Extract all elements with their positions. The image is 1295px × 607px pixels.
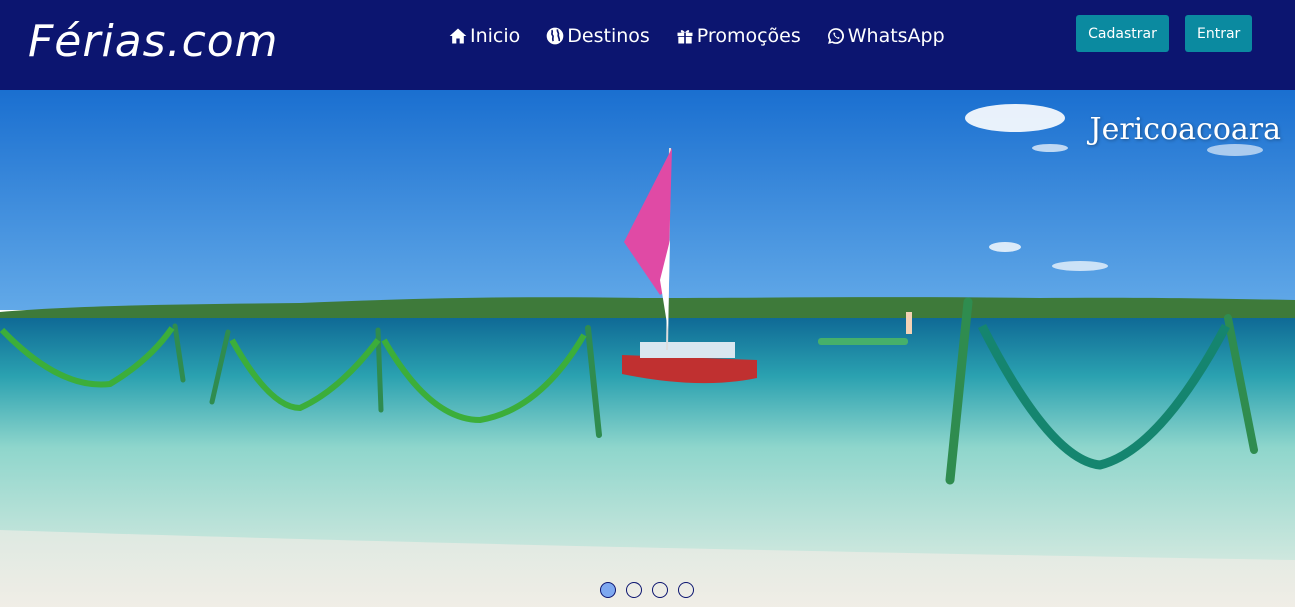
slide-image	[0, 90, 1295, 607]
hero-carousel[interactable]: Jericoacoara	[0, 90, 1295, 607]
nav-item-label: Destinos	[567, 25, 650, 47]
slide-caption: Jericoacoara	[1089, 112, 1281, 147]
brand-logo[interactable]: Férias.com	[28, 14, 279, 70]
nav-item-inicio[interactable]: Inicio	[447, 25, 520, 47]
home-icon	[447, 25, 469, 47]
nav-item-promocoes[interactable]: Promoções	[674, 25, 801, 47]
nav-item-destinos[interactable]: Destinos	[544, 25, 650, 47]
carousel-indicator-3[interactable]	[652, 582, 668, 598]
globe-icon	[544, 25, 566, 47]
carousel-indicator-4[interactable]	[678, 582, 694, 598]
login-button[interactable]: Entrar	[1185, 15, 1252, 52]
whatsapp-icon	[825, 25, 847, 47]
carousel-indicator-1[interactable]	[600, 582, 616, 598]
nav-item-label: Inicio	[470, 25, 521, 47]
gift-icon	[674, 25, 696, 47]
nav-item-label: WhatsApp	[847, 25, 945, 47]
main-nav: Inicio Destinos Promoções WhatsApp	[447, 22, 969, 50]
nav-item-whatsapp[interactable]: WhatsApp	[825, 25, 945, 47]
signup-button[interactable]: Cadastrar	[1076, 15, 1169, 52]
nav-item-label: Promoções	[696, 25, 801, 47]
carousel-indicators	[600, 582, 704, 598]
carousel-indicator-2[interactable]	[626, 582, 642, 598]
navbar: Férias.com Inicio Destinos Promoções Wha…	[0, 0, 1295, 90]
